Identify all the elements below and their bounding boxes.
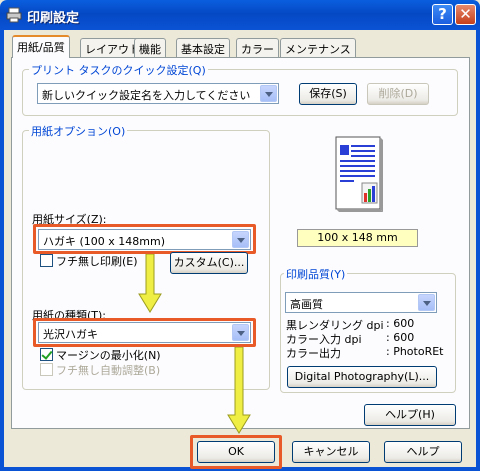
chevron-down-icon[interactable]: [418, 294, 435, 311]
auto-adjust-label: フチ無し自動調整(B): [56, 364, 161, 377]
tab-color[interactable]: カラー: [236, 38, 279, 57]
quick-settings-value: 新しいクイック設定名を入力してください: [42, 89, 251, 102]
title-bar: 印刷設定 ? ✕: [0, 0, 480, 30]
quality-row-value: : 600: [386, 317, 415, 330]
digital-photography-button[interactable]: Digital Photography(L)...: [287, 366, 437, 388]
quick-settings-combo[interactable]: 新しいクイック設定名を入力してください: [37, 83, 279, 104]
chevron-down-icon[interactable]: [260, 85, 277, 102]
printer-icon: [6, 7, 22, 23]
tab-paper-quality[interactable]: 用紙/品質: [12, 35, 70, 58]
print-quality-combo[interactable]: 高画質: [285, 292, 437, 313]
quick-settings-label: プリント タスクのクイック設定(Q): [29, 62, 208, 78]
window-frame-right: [476, 30, 480, 471]
custom-button[interactable]: カスタム(C)...: [170, 252, 248, 274]
arrow-down-icon: [227, 347, 251, 434]
quality-row-name: カラー出力: [286, 347, 341, 360]
tab-maintenance[interactable]: メンテナンス: [280, 38, 356, 57]
paper-size-highlight: [33, 224, 256, 254]
arrow-down-icon: [138, 254, 162, 313]
ok-highlight: [190, 435, 282, 469]
paper-preview: [309, 127, 409, 217]
paper-options-label: 用紙オプション(O): [29, 123, 128, 139]
panel-help-button[interactable]: ヘルプ(H): [364, 404, 456, 426]
borderless-checkbox[interactable]: フチ無し印刷(E): [40, 253, 138, 269]
borderless-label: フチ無し印刷(E): [56, 255, 138, 268]
paper-preview-icon: [335, 136, 383, 212]
quality-row-value: : PhotoREt: [386, 345, 444, 358]
min-margin-label: マージンの最小化(N): [56, 349, 161, 362]
window-frame-left: [0, 30, 4, 471]
checkbox-box[interactable]: [40, 254, 53, 267]
close-button[interactable]: ✕: [455, 4, 476, 25]
paper-type-highlight: [33, 318, 256, 347]
save-button[interactable]: 保存(S): [299, 83, 357, 105]
checkbox-box[interactable]: [40, 348, 53, 361]
tab-basic-settings[interactable]: 基本設定: [176, 38, 230, 57]
print-quality-label: 印刷品質(Y): [284, 266, 348, 282]
cancel-button[interactable]: キャンセル: [292, 441, 370, 463]
help-title-button[interactable]: ?: [432, 4, 453, 25]
footer-help-button[interactable]: ヘルプ: [384, 441, 462, 463]
paper-size-preview-label: 100 x 148 mm: [297, 229, 418, 247]
checkbox-box[interactable]: [40, 363, 53, 376]
delete-button[interactable]: 削除(D): [367, 83, 429, 105]
tab-features[interactable]: 機能: [134, 38, 166, 57]
window-title: 印刷設定: [27, 11, 80, 26]
quality-row-value: : 600: [386, 331, 415, 344]
print-quality-value: 高画質: [290, 298, 323, 311]
auto-adjust-checkbox[interactable]: フチ無し自動調整(B): [40, 362, 160, 378]
min-margin-checkbox[interactable]: マージンの最小化(N): [40, 347, 161, 363]
